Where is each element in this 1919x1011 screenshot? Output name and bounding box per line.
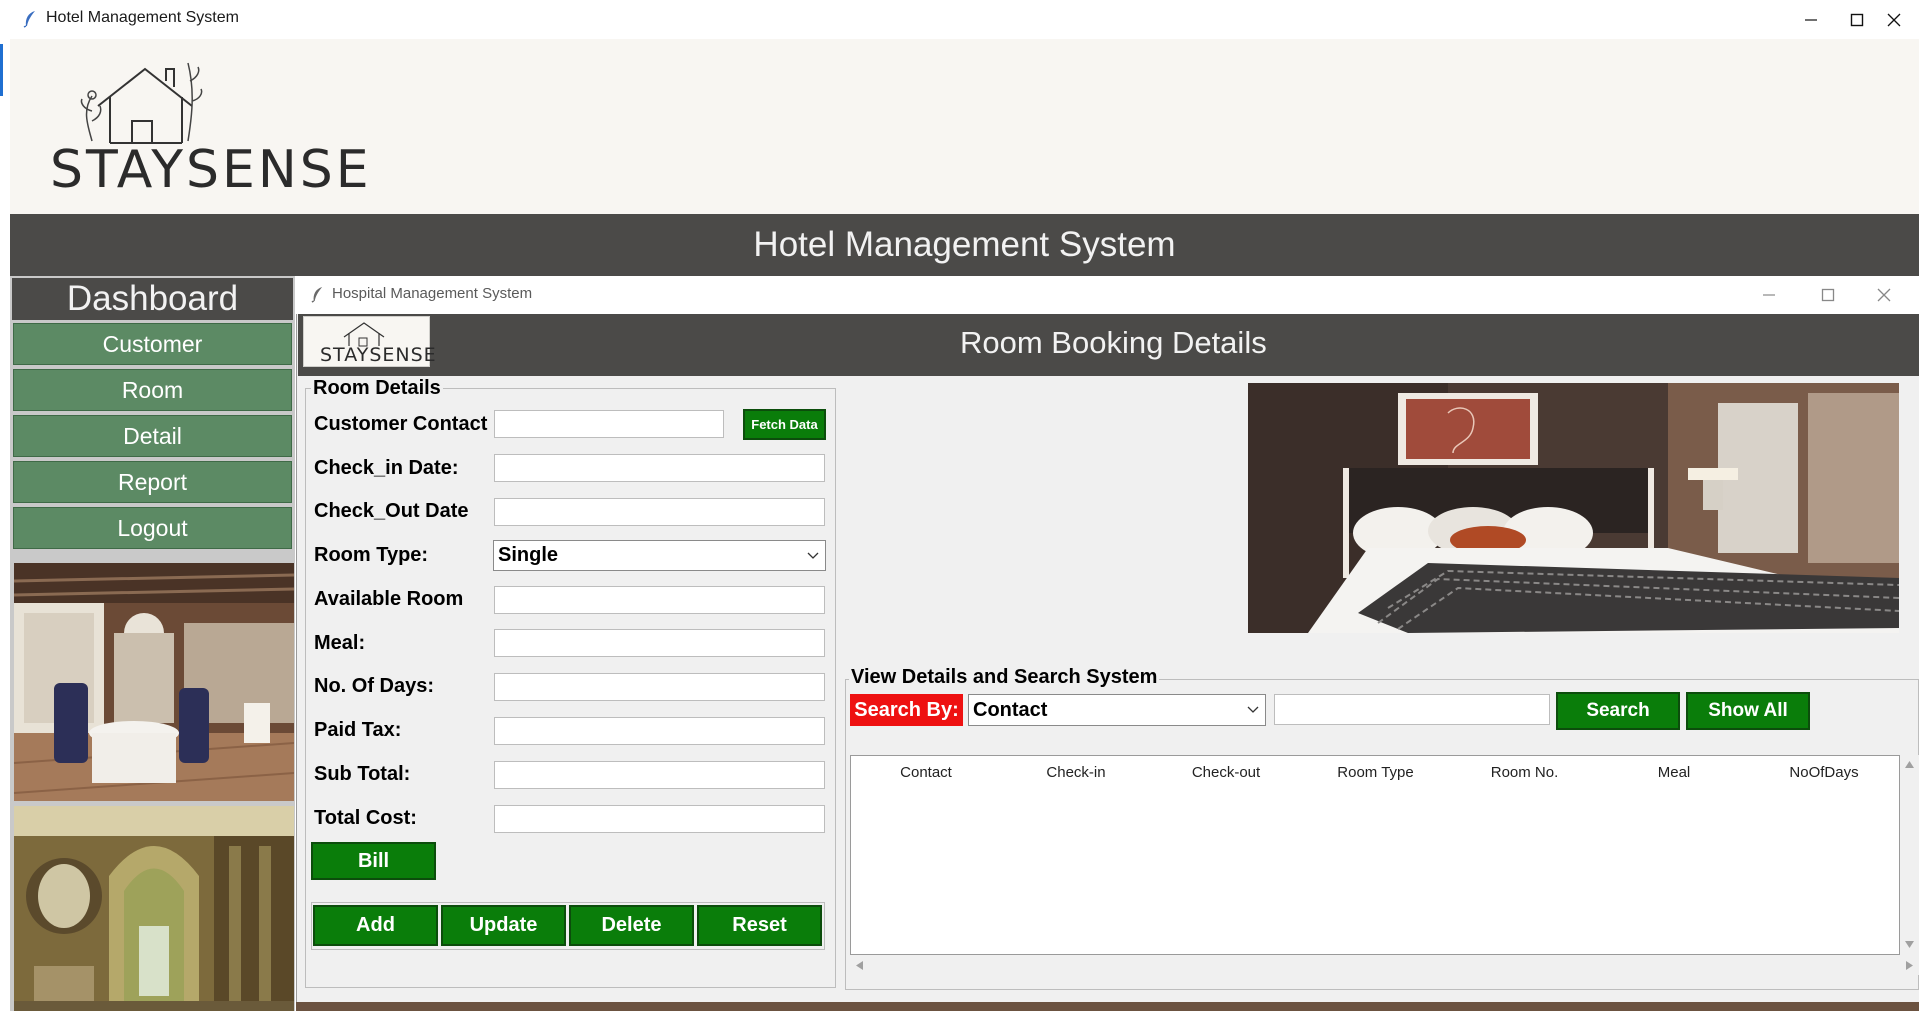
child-logo: STAYSENSE [303, 316, 436, 367]
child-window-titlebar: Hospital Management System [296, 276, 1919, 314]
column-header-room-no[interactable]: Room No. [1450, 756, 1600, 789]
child-logo-text: STAYSENSE [320, 344, 437, 366]
house-logo-icon [80, 62, 203, 144]
feather-app-icon [311, 287, 323, 303]
minimize-icon [1763, 294, 1775, 296]
dashboard-title: Dashboard [12, 278, 293, 320]
main-window-titlebar: Hotel Management System [10, 0, 1919, 39]
delete-button[interactable]: Delete [569, 905, 694, 946]
child-header: Room Booking Details [298, 314, 1919, 376]
minimize-icon [1805, 18, 1817, 21]
total-cost-label: Total Cost: [314, 807, 417, 829]
days-label: No. Of Days: [314, 675, 435, 697]
child-maximize-button[interactable] [1803, 276, 1853, 314]
column-header-contact[interactable]: Contact [851, 756, 1002, 789]
search-button[interactable]: Search [1556, 692, 1680, 730]
close-icon [1877, 288, 1891, 302]
house-logo-icon [343, 322, 385, 347]
sub-total-label: Sub Total: [314, 763, 411, 785]
background-window-edge [296, 1002, 1919, 1011]
column-header-meal[interactable]: Meal [1599, 756, 1750, 789]
sidebar-item-room[interactable]: Room [13, 369, 292, 411]
room-type-select[interactable]: Single [493, 540, 826, 571]
search-by-select[interactable]: Contact [968, 694, 1266, 726]
paid-tax-input[interactable] [494, 717, 825, 745]
close-icon [1887, 13, 1901, 26]
main-banner: Hotel Management System [10, 214, 1919, 276]
column-header-room-type[interactable]: Room Type [1301, 756, 1451, 789]
scroll-down-icon[interactable] [1905, 941, 1914, 948]
maximize-icon [1850, 13, 1864, 26]
restaurant-photo [14, 563, 294, 801]
check-out-input[interactable] [494, 498, 825, 526]
hotel-room-photo [1248, 383, 1899, 633]
table-horizontal-scrollbar[interactable] [850, 955, 1919, 975]
chevron-down-icon [807, 552, 819, 559]
available-room-input[interactable] [494, 586, 825, 614]
room-details-group-label: Room Details [311, 377, 443, 400]
update-button[interactable]: Update [441, 905, 566, 946]
column-header-no-of-days[interactable]: NoOfDays [1749, 756, 1899, 789]
desktop-edge [0, 0, 10, 1011]
show-all-button[interactable]: Show All [1686, 692, 1810, 730]
room-type-label: Room Type: [314, 544, 429, 566]
sidebar-item-customer[interactable]: Customer [13, 323, 292, 365]
bill-button[interactable]: Bill [311, 842, 436, 880]
search-system-group-label: View Details and Search System [849, 666, 1160, 689]
child-window-title: Hospital Management System [332, 285, 533, 302]
days-input[interactable] [494, 673, 825, 701]
check-in-input[interactable] [494, 454, 825, 482]
minimize-button[interactable] [1786, 0, 1836, 39]
child-close-button[interactable] [1859, 276, 1909, 314]
search-text-input[interactable] [1274, 694, 1550, 725]
brand-logo-text: STAYSENSE [50, 140, 372, 200]
meal-label: Meal: [314, 632, 366, 654]
child-minimize-button[interactable] [1744, 276, 1794, 314]
feather-app-icon [23, 11, 35, 28]
meal-input[interactable] [494, 629, 825, 657]
table-vertical-scrollbar[interactable] [1900, 755, 1919, 955]
sidebar-item-report[interactable]: Report [13, 461, 292, 503]
scroll-up-icon[interactable] [1905, 761, 1914, 768]
logo-area: STAYSENSE [10, 39, 1919, 214]
sidebar-item-detail[interactable]: Detail [13, 415, 292, 457]
hallway-photo [14, 806, 294, 1011]
sidebar-item-logout[interactable]: Logout [13, 507, 292, 549]
search-by-label: Search By: [850, 694, 963, 726]
sub-total-input[interactable] [494, 761, 825, 789]
paid-tax-label: Paid Tax: [314, 719, 402, 741]
column-header-check-in[interactable]: Check-in [1001, 756, 1152, 789]
scroll-left-icon[interactable] [856, 961, 863, 970]
search-by-selected: Contact [973, 698, 1048, 721]
reset-button[interactable]: Reset [697, 905, 822, 946]
customer-contact-label: Customer Contact [314, 413, 488, 435]
room-booking-title: Room Booking Details [960, 325, 1267, 360]
room-type-selected: Single [498, 544, 559, 566]
customer-contact-input[interactable] [494, 410, 724, 438]
banner-title: Hotel Management System [753, 225, 1176, 264]
main-window-title: Hotel Management System [46, 9, 239, 26]
scroll-right-icon[interactable] [1906, 961, 1913, 970]
total-cost-input[interactable] [494, 805, 825, 833]
add-button[interactable]: Add [313, 905, 438, 946]
column-header-check-out[interactable]: Check-out [1151, 756, 1302, 789]
available-room-label: Available Room [314, 588, 464, 610]
maximize-icon [1821, 288, 1835, 302]
check-in-label: Check_in Date: [314, 457, 459, 479]
bookings-table[interactable]: Contact Check-in Check-out Room Type Roo… [850, 755, 1900, 955]
chevron-down-icon [1247, 706, 1259, 713]
check-out-label: Check_Out Date [314, 500, 469, 522]
fetch-data-button[interactable]: Fetch Data [743, 409, 826, 440]
close-button[interactable] [1869, 0, 1919, 39]
